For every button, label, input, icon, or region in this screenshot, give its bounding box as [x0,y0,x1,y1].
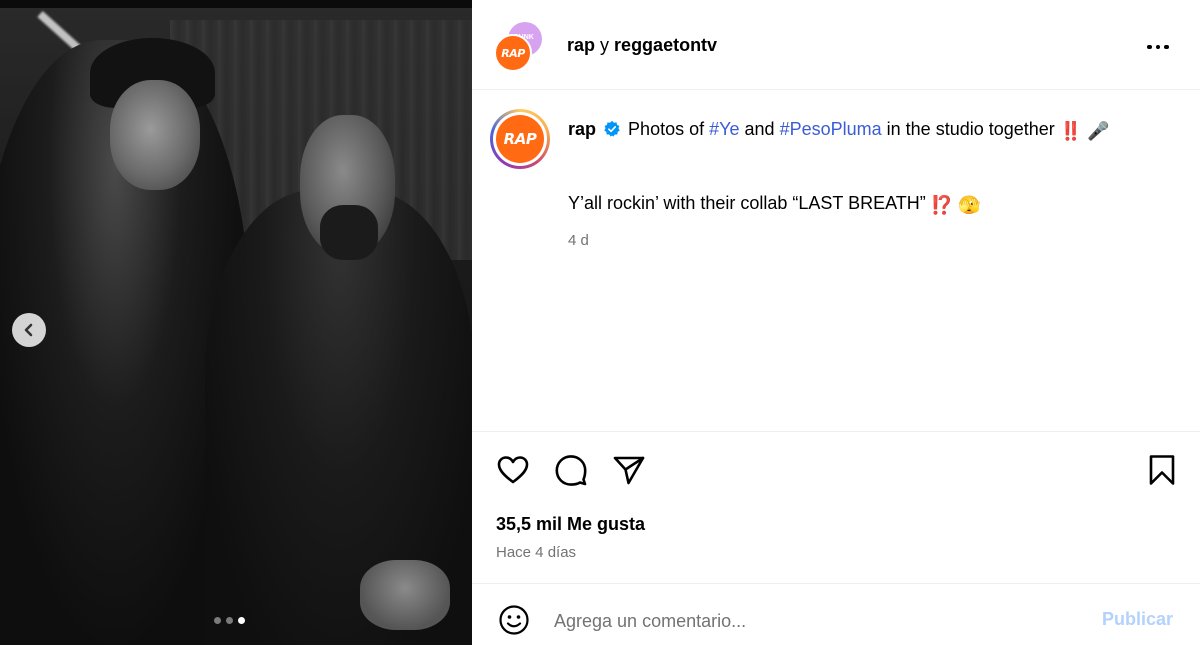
caption-avatar-core: RAP [496,115,544,163]
post-header: SUNK RAP rap y reggaetontv [472,0,1200,90]
smiley-icon[interactable] [498,604,530,636]
caption-line-2: Y’all rockin’ with their collab “LAST BR… [568,193,981,216]
comment-icon[interactable] [554,453,588,487]
caption-timestamp[interactable]: 4 d [568,232,589,249]
caption-avatar[interactable]: RAP [490,109,550,169]
more-dot [1155,44,1160,50]
post-authors: rap y reggaetontv [567,35,717,56]
send-icon[interactable] [612,453,646,487]
carousel-dots [214,617,245,624]
rap-logo-text: RAP [501,46,525,60]
peeking-face-emoji: 🫣 [958,195,981,215]
caption-username[interactable]: rap [568,119,596,139]
more-dot [1164,44,1169,50]
author-link-rap[interactable]: rap [567,35,595,55]
heart-icon[interactable] [496,453,530,487]
post-caption: rap Photos of #Ye and #PesoPluma in the … [568,116,1148,145]
caption-line2-text: Y’all rockin’ with their collab “LAST BR… [568,193,926,213]
caption-logo-text: RAP [503,130,537,148]
authors-conjunction: y [600,35,610,55]
more-options-button[interactable] [1147,37,1177,57]
caption-avatar-ring: RAP [493,112,547,166]
interrobang-emoji: ⁉️ [930,195,954,215]
bookmark-icon[interactable] [1145,453,1179,487]
person-left-face [110,80,200,190]
collab-avatars[interactable]: SUNK RAP [494,22,546,72]
avatar-rap[interactable]: RAP [494,34,532,72]
caption-text-mid: and [744,119,775,139]
carousel-dot-active[interactable] [238,617,245,624]
publish-button[interactable]: Publicar [1102,609,1173,630]
post-age[interactable]: Hace 4 días [496,544,576,561]
media-top-strip [0,0,472,8]
post-panel: SUNK RAP rap y reggaetontv RAP rap Photo… [472,0,1200,645]
comment-input[interactable] [554,606,1074,636]
caption-text-before: Photos of [628,119,705,139]
divider [472,431,1200,432]
verified-badge-icon [604,120,620,137]
hashtag-ye[interactable]: #Ye [709,119,739,139]
post-media[interactable] [0,0,472,645]
double-exclamation-emoji: ‼️ [1059,121,1083,141]
carousel-prev-button[interactable] [12,313,46,347]
chevron-left-icon [24,323,33,337]
person-right-beard [320,205,378,260]
person-right-hand [360,560,450,630]
like-count[interactable]: 35,5 mil Me gusta [496,514,645,535]
carousel-dot[interactable] [214,617,221,624]
caption-text-after: in the studio together [886,119,1055,139]
more-horizontal-icon [1147,44,1152,50]
author-link-reggaetontv[interactable]: reggaetontv [614,35,717,55]
microphone-emoji: 🎤 [1087,121,1110,141]
carousel-dot[interactable] [226,617,233,624]
divider [472,583,1200,584]
hashtag-pesopluma[interactable]: #PesoPluma [780,119,882,139]
